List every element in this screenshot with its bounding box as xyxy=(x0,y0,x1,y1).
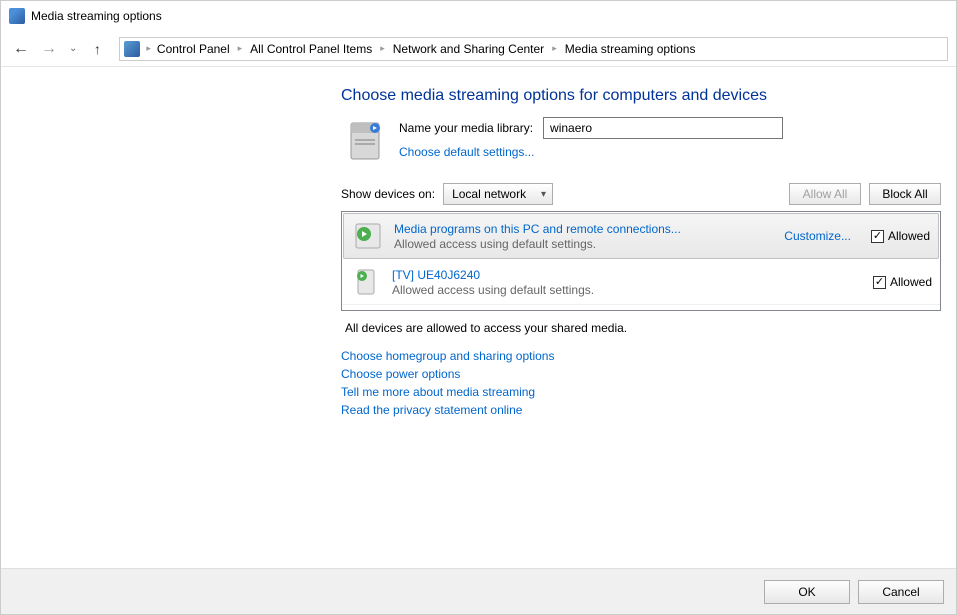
allow-all-button[interactable]: Allow All xyxy=(789,183,861,205)
device-item[interactable]: [TV] UE40J6240 Allowed access using defa… xyxy=(342,260,940,305)
chevron-right-icon: ▸ xyxy=(144,43,153,54)
main-content: Choose media streaming options for compu… xyxy=(1,67,956,417)
titlebar: Media streaming options xyxy=(1,1,956,31)
library-name-label: Name your media library: xyxy=(399,121,533,135)
address-icon xyxy=(124,41,140,57)
allowed-checkbox[interactable]: ✓ xyxy=(871,230,884,243)
media-program-icon xyxy=(352,220,384,252)
device-status: Allowed access using default settings. xyxy=(394,237,774,251)
device-status: Allowed access using default settings. xyxy=(392,283,863,297)
page-heading: Choose media streaming options for compu… xyxy=(341,87,956,105)
address-bar[interactable]: ▸ Control Panel ▸ All Control Panel Item… xyxy=(119,37,948,61)
back-button[interactable]: ← xyxy=(9,37,33,61)
allowed-checkbox-wrap[interactable]: ✓ Allowed xyxy=(871,229,930,243)
allowed-checkbox[interactable]: ✓ xyxy=(873,276,886,289)
breadcrumb: Control Panel ▸ All Control Panel Items … xyxy=(153,40,700,58)
library-icon xyxy=(341,117,389,165)
choose-default-link[interactable]: Choose default settings... xyxy=(399,145,783,159)
breadcrumb-network[interactable]: Network and Sharing Center xyxy=(389,40,548,58)
cancel-button[interactable]: Cancel xyxy=(858,580,944,604)
summary-text: All devices are allowed to access your s… xyxy=(345,321,956,335)
tv-device-icon xyxy=(350,266,382,298)
device-name-link[interactable]: Media programs on this PC and remote con… xyxy=(394,222,774,236)
privacy-link[interactable]: Read the privacy statement online xyxy=(341,403,956,417)
window-title: Media streaming options xyxy=(31,9,162,23)
dropdown-value: Local network xyxy=(452,187,526,201)
breadcrumb-control-panel[interactable]: Control Panel xyxy=(153,40,234,58)
allowed-checkbox-wrap[interactable]: ✓ Allowed xyxy=(873,275,932,289)
chevron-right-icon: ▸ xyxy=(550,43,559,54)
history-dropdown[interactable]: ⌄ xyxy=(65,43,81,54)
show-devices-label: Show devices on: xyxy=(341,187,435,201)
library-section: Name your media library: Choose default … xyxy=(341,117,956,165)
navigation-bar: ← → ⌄ ↑ ▸ Control Panel ▸ All Control Pa… xyxy=(1,31,956,67)
block-all-button[interactable]: Block All xyxy=(869,183,941,205)
chevron-right-icon: ▸ xyxy=(236,43,245,54)
device-name-link[interactable]: [TV] UE40J6240 xyxy=(392,268,863,282)
up-button[interactable]: ↑ xyxy=(85,37,109,61)
allowed-label: Allowed xyxy=(890,275,932,289)
related-links: Choose homegroup and sharing options Cho… xyxy=(341,349,956,417)
more-info-link[interactable]: Tell me more about media streaming xyxy=(341,385,956,399)
customize-link[interactable]: Customize... xyxy=(784,229,851,243)
allowed-label: Allowed xyxy=(888,229,930,243)
ok-button[interactable]: OK xyxy=(764,580,850,604)
breadcrumb-all-items[interactable]: All Control Panel Items xyxy=(246,40,376,58)
forward-button: → xyxy=(37,37,61,61)
power-options-link[interactable]: Choose power options xyxy=(341,367,956,381)
homegroup-link[interactable]: Choose homegroup and sharing options xyxy=(341,349,956,363)
device-item[interactable]: Media programs on this PC and remote con… xyxy=(343,213,939,259)
library-name-input[interactable] xyxy=(543,117,783,139)
show-devices-dropdown[interactable]: Local network xyxy=(443,183,553,205)
footer: OK Cancel xyxy=(1,568,956,614)
breadcrumb-media-streaming[interactable]: Media streaming options xyxy=(561,40,700,58)
window-icon xyxy=(9,8,25,24)
device-list[interactable]: Media programs on this PC and remote con… xyxy=(341,211,941,311)
chevron-right-icon: ▸ xyxy=(378,43,387,54)
